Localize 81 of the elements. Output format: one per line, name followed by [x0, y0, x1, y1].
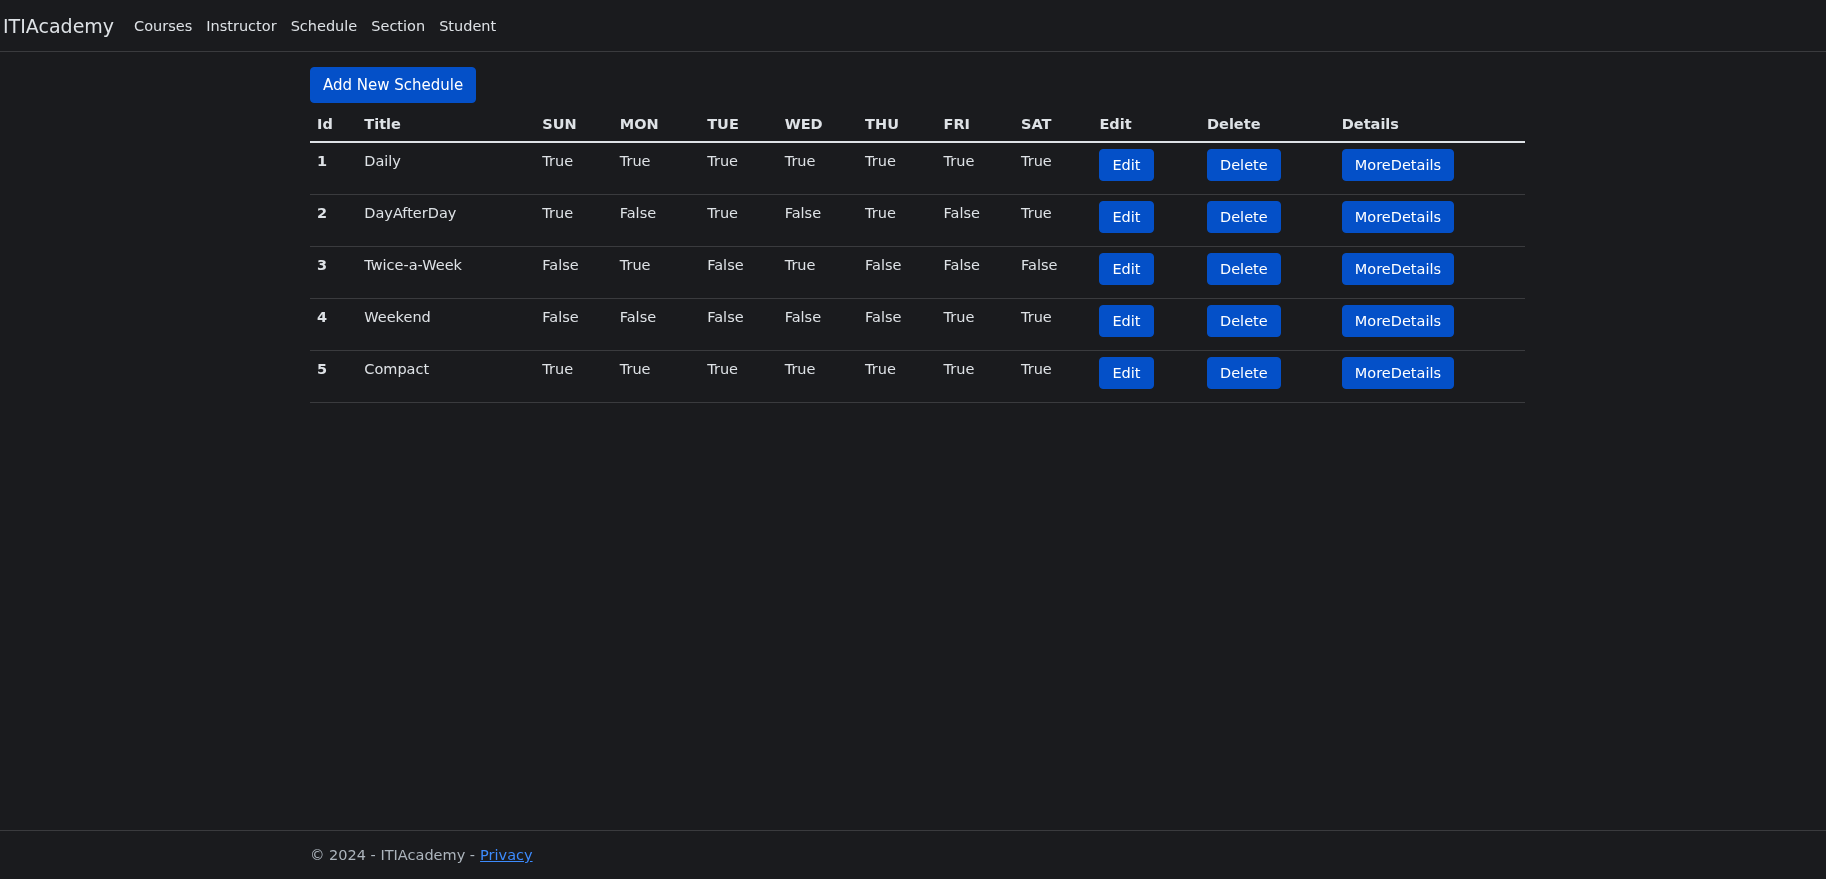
delete-button[interactable]: Delete: [1207, 201, 1281, 233]
day-cell: False: [943, 257, 980, 273]
day-cell: True: [1021, 361, 1052, 377]
copyright-text: © 2024 - ITIAcademy -: [310, 847, 476, 863]
nav-link[interactable]: Instructor: [206, 17, 277, 34]
column-header: THU: [865, 116, 899, 132]
edit-button[interactable]: Edit: [1099, 253, 1154, 285]
day-cell: True: [619, 361, 651, 377]
column-header: FRI: [943, 116, 970, 132]
details-button[interactable]: MoreDetails: [1341, 357, 1454, 389]
edit-button[interactable]: Edit: [1099, 305, 1154, 337]
day-cell: True: [542, 205, 574, 221]
title-cell: DayAfterDay: [364, 205, 457, 221]
day-cell: True: [865, 153, 896, 169]
day-cell: True: [943, 153, 975, 169]
title-cell: Daily: [364, 153, 401, 169]
column-header: SUN: [542, 116, 577, 132]
day-cell: True: [542, 361, 574, 377]
title-cell: Weekend: [364, 309, 431, 325]
day-cell: False: [865, 257, 902, 273]
day-cell: True: [865, 361, 896, 377]
day-cell: True: [707, 153, 739, 169]
column-header: Delete: [1207, 116, 1261, 132]
day-cell: True: [1021, 205, 1052, 221]
nav-link[interactable]: Section: [371, 17, 426, 34]
day-cell: False: [943, 205, 980, 221]
delete-button[interactable]: Delete: [1207, 357, 1281, 389]
day-cell: True: [1021, 309, 1052, 325]
privacy-link[interactable]: Privacy: [480, 847, 533, 863]
day-cell: True: [619, 153, 651, 169]
edit-button[interactable]: Edit: [1099, 357, 1154, 389]
delete-button[interactable]: Delete: [1207, 305, 1281, 337]
id-cell: 4: [317, 309, 328, 325]
day-cell: True: [707, 361, 739, 377]
id-cell: 5: [317, 361, 328, 377]
column-header: SAT: [1021, 116, 1052, 132]
day-cell: True: [707, 205, 739, 221]
column-header: MON: [619, 116, 659, 132]
day-cell: False: [542, 309, 579, 325]
day-cell: False: [784, 309, 822, 325]
id-cell: 1: [317, 153, 328, 169]
day-cell: True: [619, 257, 651, 273]
day-cell: False: [784, 205, 822, 221]
day-cell: False: [707, 257, 744, 273]
day-cell: False: [619, 205, 657, 221]
details-button[interactable]: MoreDetails: [1341, 253, 1454, 285]
details-button[interactable]: MoreDetails: [1341, 201, 1454, 233]
add-schedule-button[interactable]: Add New Schedule: [310, 67, 477, 103]
brand-link[interactable]: ITIAcademy: [3, 14, 115, 37]
day-cell: True: [542, 153, 574, 169]
details-button[interactable]: MoreDetails: [1341, 149, 1454, 181]
title-cell: Twice-a-Week: [364, 257, 462, 273]
column-header: Title: [364, 116, 401, 132]
day-cell: True: [784, 153, 816, 169]
column-header: TUE: [707, 116, 739, 132]
day-cell: True: [784, 361, 816, 377]
column-header: Edit: [1099, 116, 1132, 132]
day-cell: True: [865, 205, 896, 221]
edit-button[interactable]: Edit: [1099, 149, 1154, 181]
nav-link[interactable]: Courses: [134, 17, 193, 34]
day-cell: True: [1021, 153, 1052, 169]
column-header: Details: [1341, 116, 1399, 132]
day-cell: True: [943, 361, 975, 377]
nav-link[interactable]: Student: [439, 17, 497, 34]
day-cell: False: [865, 309, 902, 325]
id-cell: 2: [317, 205, 328, 221]
day-cell: True: [943, 309, 975, 325]
delete-button[interactable]: Delete: [1207, 253, 1281, 285]
day-cell: False: [619, 309, 657, 325]
column-header: WED: [784, 116, 823, 132]
delete-button[interactable]: Delete: [1207, 149, 1281, 181]
id-cell: 3: [317, 257, 328, 273]
edit-button[interactable]: Edit: [1099, 201, 1154, 233]
day-cell: False: [1021, 257, 1058, 273]
day-cell: False: [542, 257, 579, 273]
column-header: Id: [317, 116, 333, 132]
day-cell: True: [784, 257, 816, 273]
day-cell: False: [707, 309, 744, 325]
details-button[interactable]: MoreDetails: [1341, 305, 1454, 337]
nav-link[interactable]: Schedule: [290, 17, 358, 34]
title-cell: Compact: [364, 361, 430, 377]
